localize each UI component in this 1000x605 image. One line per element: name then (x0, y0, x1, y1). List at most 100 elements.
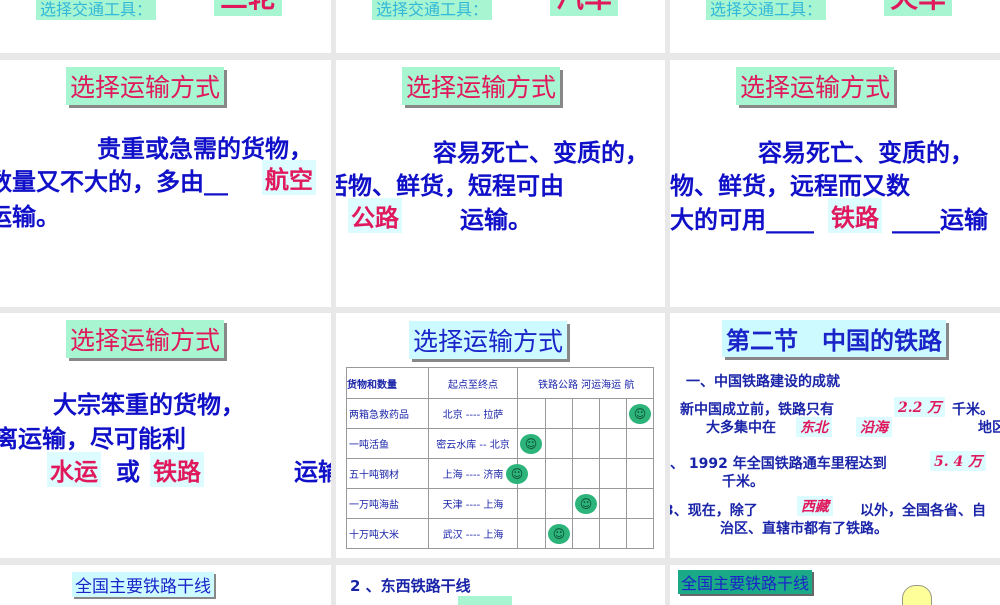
mode-cell (572, 518, 600, 549)
slide-label: 选择交通工具： (36, 0, 157, 20)
goods-cell: 五十吨钢材 (346, 458, 429, 489)
mode-cell (626, 458, 654, 489)
slide-thumbnail-1[interactable]: 选择交通工具： 三轮 (0, 0, 331, 53)
mode-cell: ☺ (517, 428, 546, 459)
slide-text: 贵重或急需的货物， (97, 135, 313, 163)
mode-cell (517, 518, 546, 549)
smiley-icon: ☺ (520, 434, 542, 454)
slide-title: 选择运输方式 (736, 67, 895, 105)
mode-cell (545, 488, 573, 519)
slide-heading: 2 、东西铁路干线 (350, 577, 471, 595)
slide-text: 、 1992 年全国铁路通车里程达到 (670, 456, 887, 472)
slide-text: 3、现在，除了 (670, 503, 758, 519)
slide-text: 千米。 (952, 402, 994, 418)
mode-cell (599, 458, 627, 489)
answer-highlight: 铁路 (828, 198, 882, 233)
slide-thumbnail-3[interactable]: 选择交通工具： 火车 (670, 0, 1000, 53)
mode-cell (517, 488, 546, 519)
slide-thumbnail-6[interactable]: 选择运输方式 容易死亡、变质的， 物、鲜货，远程而又数 大的可用____ 铁路 … (670, 60, 1000, 307)
slide-title: 全国主要铁路干线 (72, 572, 214, 597)
answer-highlight: 铁路 (150, 452, 204, 487)
slide-text: 大多集中在 (706, 420, 776, 436)
goods-cell: 一万吨海盐 (346, 488, 429, 519)
table-row: 五十吨钢材 上海 ---- 济南 ☺ (346, 458, 654, 489)
mode-cell (599, 428, 627, 459)
mode-cell (626, 518, 654, 549)
slide-answer: 汽车 (550, 0, 619, 16)
slide-title: 选择运输方式 (402, 67, 561, 105)
mode-cell (572, 458, 600, 489)
slide-thumbnail-12[interactable]: 全国主要铁路干线 (670, 565, 1000, 605)
mode-cell (599, 488, 627, 519)
slide-answer: 三轮 (214, 0, 283, 16)
slide-thumbnail-8[interactable]: 选择运输方式 货物和数量 起点至终点 铁路公路 河运海运 航 两箱急救药品 北京 … (336, 313, 665, 558)
slide-text: ____运输 (892, 206, 988, 234)
slide-title: 第二节 中国的铁路 (722, 320, 946, 357)
slide-text: 运输。 (0, 203, 60, 231)
table-row: 两箱急救药品 北京 ---- 拉萨 ☺ (346, 398, 654, 429)
slide-label: 选择交通工具： (706, 0, 827, 20)
slide-text: 物、鲜货，远程而又数 (670, 172, 910, 200)
smiley-icon: ☺ (575, 494, 597, 514)
goods-cell: 一吨活鱼 (346, 428, 429, 459)
slide-label: 选择交通工具： (372, 0, 493, 20)
route-cell: 密云水库 -- 北京 (428, 428, 518, 459)
slide-text: 千米。 (722, 474, 764, 490)
mode-cell (599, 398, 627, 429)
slide-thumbnail-10[interactable]: 全国主要铁路干线 (0, 565, 331, 605)
slide-thumbnail-5[interactable]: 选择运输方式 容易死亡、变质的， 活物、鲜货，短程可由 公路 运输。 (336, 60, 665, 307)
slide-heading: 一、中国铁路建设的成就 (686, 374, 840, 390)
slide-text: 大宗笨重的货物， (53, 391, 245, 419)
slide-text: 新中国成立前，铁路只有 (680, 402, 834, 418)
slide-text: 数量又不大的，多由__ (0, 168, 228, 196)
header-goods: 货物和数量 (346, 367, 429, 399)
slide-thumbnail-9[interactable]: 第二节 中国的铁路 一、中国铁路建设的成就 新中国成立前，铁路只有 2.2 万 … (670, 313, 1000, 558)
slide-thumbnail-11[interactable]: 2 、东西铁路干线 (336, 565, 665, 605)
slide-title: 选择运输方式 (66, 67, 225, 105)
table-row: 一吨活鱼 密云水库 -- 北京 ☺ (346, 428, 654, 459)
slide-text: 容易死亡、变质的， (758, 139, 974, 167)
answer-highlight: 西藏 (797, 496, 833, 516)
table-row: 一万吨海盐 天津 ---- 上海 ☺ (346, 488, 654, 519)
route-cell: 北京 ---- 拉萨 (428, 398, 518, 429)
answer-highlight: 2.2 万 (894, 397, 946, 417)
mode-cell: ☺ (626, 398, 654, 429)
transport-table: 货物和数量 起点至终点 铁路公路 河运海运 航 两箱急救药品 北京 ---- 拉萨… (346, 367, 654, 549)
slide-answer: 火车 (884, 0, 953, 16)
goods-cell: 十万吨大米 (346, 518, 429, 549)
goods-cell: 两箱急救药品 (346, 398, 429, 429)
mode-cell (572, 398, 600, 429)
route-cell: 上海 ---- 济南 (428, 458, 518, 489)
slide-text: 运输 (294, 458, 331, 486)
mode-cell (545, 458, 573, 489)
slide-title: 选择运输方式 (66, 320, 225, 358)
mode-cell (599, 518, 627, 549)
mode-cell (572, 428, 600, 459)
answer-highlight: 公路 (348, 198, 402, 233)
slide-thumbnail-2[interactable]: 选择交通工具： 汽车 (336, 0, 665, 53)
smiley-icon: ☺ (548, 524, 570, 544)
answer-highlight: 东北 (796, 417, 832, 437)
slide-text: 或 (116, 458, 140, 486)
route-cell: 天津 ---- 上海 (428, 488, 518, 519)
slide-text: 活物、鲜货，短程可由 (336, 172, 564, 200)
slide-text: 离运输，尽可能利 (0, 425, 186, 453)
header-route: 起点至终点 (428, 367, 518, 399)
mode-cell: ☺ (545, 518, 573, 549)
mode-cell (545, 398, 573, 429)
map-shape (902, 585, 932, 605)
slide-text: 以外，全国各省、自 (860, 503, 986, 519)
slide-text: 地区 (978, 420, 1000, 436)
header-modes: 铁路公路 河运海运 航 (517, 367, 654, 399)
slide-thumbnail-7[interactable]: 选择运输方式 大宗笨重的货物， 离运输，尽可能利 水运 或 铁路 运输 (0, 313, 331, 558)
label-box (458, 596, 512, 605)
slide-text: 运输。 (460, 206, 532, 234)
smiley-icon: ☺ (629, 404, 651, 424)
mode-cell (626, 428, 654, 459)
mode-cell (626, 488, 654, 519)
slide-title: 全国主要铁路干线 (678, 570, 813, 594)
table-row: 十万吨大米 武汉 ---- 上海 ☺ (346, 518, 654, 549)
slide-thumbnail-4[interactable]: 选择运输方式 贵重或急需的货物， 数量又不大的，多由__ 航空 运输。 (0, 60, 331, 307)
answer-highlight: 沿海 (856, 417, 892, 437)
slide-text: 治区、直辖市都有了铁路。 (720, 521, 888, 537)
